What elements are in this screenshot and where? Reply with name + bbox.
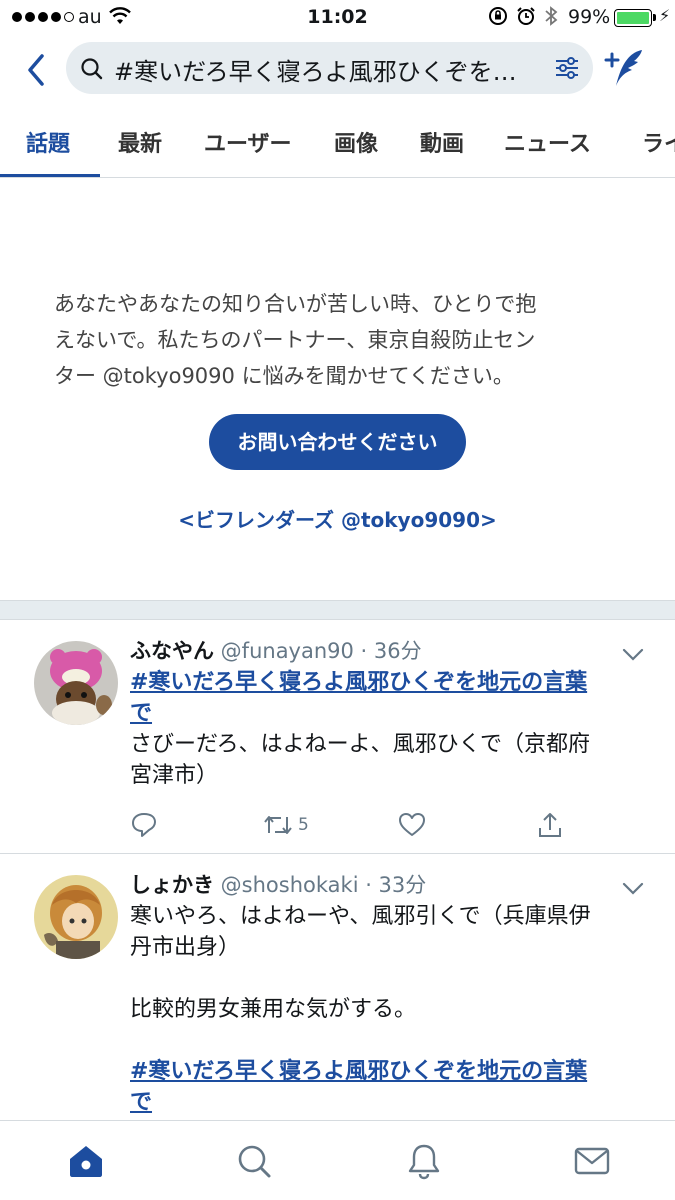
tab-videos[interactable]: 動画 [420, 126, 464, 158]
tweet-author-name[interactable]: しょかき [130, 873, 214, 897]
partner-link[interactable]: <ビフレンダーズ @tokyo9090> [0, 504, 675, 533]
heart-icon [399, 813, 425, 836]
search-tabs: 話題 最新 ユーザー 画像 動画 ニュース ライ [0, 110, 675, 178]
share-button[interactable] [536, 811, 564, 839]
chevron-down-icon[interactable] [622, 647, 644, 666]
tab-latest[interactable]: 最新 [118, 126, 162, 158]
mail-icon [574, 1147, 610, 1175]
tweet[interactable]: しょかき @shoshokaki · 33分 寒いやろ、はよねーや、風邪引くで（… [0, 855, 675, 1120]
like-button[interactable] [398, 811, 426, 839]
tab-top[interactable]: 話題 [26, 126, 70, 158]
nav-notifications[interactable] [404, 1141, 444, 1181]
hashtag-link[interactable]: #寒いだろ早く寝ろよ風邪ひくぞを地元の言葉で [130, 667, 650, 729]
share-icon [539, 813, 561, 837]
search-query[interactable]: #寒いだろ早く寝ろよ風邪ひくぞを… [114, 52, 554, 87]
search-icon [238, 1145, 271, 1178]
tab-news[interactable]: ニュース [504, 126, 591, 158]
reply-button[interactable] [130, 811, 158, 839]
retweet-icon [264, 816, 292, 834]
tweet-text: 寒いやろ、はよねーや、風邪引くで（兵庫県伊 丹市出身） 比較的男女兼用な気がする… [130, 901, 650, 1118]
compose-tweet-button[interactable] [602, 46, 646, 94]
nav-explore[interactable] [234, 1141, 274, 1181]
bell-icon [408, 1144, 440, 1180]
contact-button[interactable]: お問い合わせください [209, 414, 466, 470]
reply-icon [132, 813, 156, 837]
tweet-text: #寒いだろ早く寝ろよ風邪ひくぞを地元の言葉で さびーだろ、はよねーよ、風邪ひくで… [130, 667, 650, 791]
bluetooth-icon [544, 6, 558, 31]
tweet-meta: @funayan90 · 36分 [214, 639, 422, 663]
section-divider [0, 600, 675, 620]
chevron-left-icon [28, 54, 44, 86]
hashtag-link[interactable]: #寒いだろ早く寝ろよ風邪ひくぞを地元の言葉で [130, 1056, 650, 1118]
help-message: あなたやあなたの知り合いが苦しい時、ひとりで抱 えないで。私たちのパートナー、東… [54, 292, 537, 388]
charging-icon: ⚡ [659, 6, 671, 25]
compose-tweet-icon [604, 50, 642, 86]
chevron-down-icon[interactable] [622, 881, 644, 900]
search-bar[interactable]: #寒いだろ早く寝ろよ風邪ひくぞを… [66, 42, 593, 94]
tab-people[interactable]: ユーザー [204, 126, 292, 158]
home-icon [70, 1146, 102, 1177]
filter-sliders-icon[interactable] [554, 56, 580, 84]
tab-photos[interactable]: 画像 [334, 126, 378, 158]
retweet-count: 5 [298, 815, 309, 835]
search-icon [80, 57, 104, 85]
help-prompt: あなたやあなたの知り合いが苦しい時、ひとりで抱 えないで。私たちのパートナー、東… [0, 178, 675, 600]
nav-messages[interactable] [572, 1141, 612, 1181]
retweet-button[interactable]: 5 [262, 811, 309, 839]
tweet-actions: 5 [130, 811, 650, 841]
tab-live[interactable]: ライ [642, 126, 675, 158]
orientation-lock-icon [488, 6, 508, 31]
status-bar: au 11:02 99% ⚡ [0, 0, 675, 36]
avatar[interactable] [34, 641, 118, 725]
tweet[interactable]: ふなやん @funayan90 · 36分 #寒いだろ早く寝ろよ風邪ひくぞを地元… [0, 621, 675, 854]
back-button[interactable] [22, 50, 52, 90]
avatar[interactable] [34, 875, 118, 959]
battery-icon [614, 9, 652, 27]
tweet-meta: @shoshokaki · 33分 [214, 873, 427, 897]
alarm-icon [516, 6, 536, 31]
bottom-tab-bar [0, 1120, 675, 1200]
search-header: #寒いだろ早く寝ろよ風邪ひくぞを… [0, 40, 675, 98]
tweet-author-name[interactable]: ふなやん [130, 639, 214, 663]
battery-percentage: 99% [568, 6, 611, 28]
nav-home[interactable] [66, 1141, 106, 1181]
